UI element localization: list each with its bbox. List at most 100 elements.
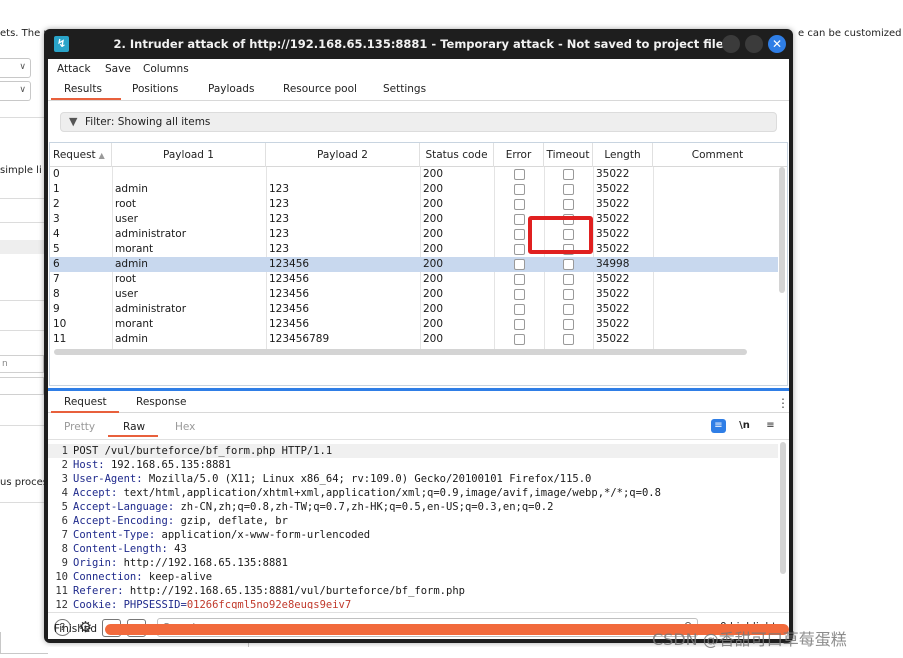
timeout-checkbox xyxy=(563,274,574,285)
cell-request: 10 xyxy=(53,318,67,330)
background-dropdown[interactable]: ∨ xyxy=(0,81,31,101)
timeout-checkbox xyxy=(563,289,574,300)
error-checkbox xyxy=(514,199,525,210)
header-name: Accept xyxy=(73,487,111,499)
tab-request[interactable]: Request xyxy=(64,396,107,408)
header-value: http://192.168.65.135:8881 xyxy=(117,557,288,569)
tab-resource-pool[interactable]: Resource pool xyxy=(283,83,357,95)
table-row[interactable]: 5 morant 123 200 35022 xyxy=(50,242,778,257)
column-header-error[interactable]: Error xyxy=(494,143,544,167)
table-row[interactable]: 11 admin 123456789 200 35022 xyxy=(50,332,778,347)
editor-vertical-scrollbar[interactable] xyxy=(780,442,786,574)
error-checkbox xyxy=(514,304,525,315)
background-input[interactable] xyxy=(0,377,44,395)
hamburger-menu-icon[interactable]: ≡ xyxy=(763,419,778,433)
view-tabs: Pretty Raw Hex ≡ \n ≡ xyxy=(48,417,789,437)
menu-attack[interactable]: Attack xyxy=(57,63,91,75)
table-row[interactable]: 4 administrator 123 200 35022 xyxy=(50,227,778,242)
table-row[interactable]: 7 root 123456 200 35022 xyxy=(50,272,778,287)
cell-payload2: 123 xyxy=(269,213,290,225)
word-wrap-icon[interactable]: ≡ xyxy=(711,419,726,433)
cell-length: 35022 xyxy=(596,168,630,180)
maximize-button[interactable] xyxy=(745,35,763,53)
column-header-status-code[interactable]: Status code xyxy=(420,143,494,167)
table-row[interactable]: 9 administrator 123456 200 35022 xyxy=(50,302,778,317)
header-value: Mozilla/5.0 (X11; Linux x86_64; rv:109.0… xyxy=(142,473,592,485)
header-value: 192.168.65.135:8881 xyxy=(104,459,232,471)
line-number: 4 xyxy=(61,487,68,499)
code-text: User-Agent: Mozilla/5.0 (X11; Linux x86_… xyxy=(73,472,591,486)
tab-positions[interactable]: Positions xyxy=(132,83,178,95)
table-row[interactable]: 3 user 123 200 35022 xyxy=(50,212,778,227)
code-line: 8 Content-Length: 43 xyxy=(48,542,778,556)
cell-payload1: morant xyxy=(115,243,154,255)
tab-settings[interactable]: Settings xyxy=(383,83,426,95)
window-content: Attack Save Columns Results Positions Pa… xyxy=(48,59,789,658)
header-name: Accept-Language xyxy=(73,501,168,513)
cell-payload1: morant xyxy=(115,318,154,330)
header-value: PHPSESSID= xyxy=(117,599,187,609)
request-editor[interactable]: 1 POST /vul/burteforce/bf_form.php HTTP/1… xyxy=(48,439,789,609)
cell-payload1: admin xyxy=(115,333,148,345)
background-dropdown[interactable]: ∨ xyxy=(0,58,31,78)
more-options-icon[interactable]: ⋮ xyxy=(777,396,789,410)
column-header-payload-2[interactable]: Payload 2 xyxy=(266,143,420,167)
tab-payloads[interactable]: Payloads xyxy=(208,83,254,95)
show-newlines-icon[interactable]: \n xyxy=(737,419,752,433)
header-value: gzip, deflate, br xyxy=(174,515,288,527)
cell-status: 200 xyxy=(423,198,444,210)
table-row[interactable]: 6 admin 123456 200 34998 xyxy=(50,257,778,272)
error-checkbox xyxy=(514,274,525,285)
table-row[interactable]: 10 morant 123456 200 35022 xyxy=(50,317,778,332)
timeout-checkbox xyxy=(563,334,574,345)
filter-bar[interactable]: ▼ Filter: Showing all items xyxy=(60,112,777,132)
line-number: 7 xyxy=(61,529,68,541)
menu-columns[interactable]: Columns xyxy=(143,63,189,75)
column-header-timeout[interactable]: Timeout xyxy=(544,143,593,167)
column-header-length[interactable]: Length xyxy=(593,143,653,167)
tab-hex[interactable]: Hex xyxy=(175,421,195,433)
column-header-request[interactable]: Request ▲ xyxy=(50,143,112,167)
cell-payload2: 123 xyxy=(269,183,290,195)
window-title: 2. Intruder attack of http://192.168.65.… xyxy=(113,37,724,51)
cell-payload1: root xyxy=(115,198,137,210)
table-row[interactable]: 0 200 35022 xyxy=(50,167,778,182)
table-horizontal-scrollbar[interactable] xyxy=(54,349,747,355)
code-text: Cookie: PHPSESSID=01266fcqml5no92e8euqs9… xyxy=(73,598,351,609)
divider xyxy=(0,222,44,223)
header-value: text/html,application/xhtml+xml,applicat… xyxy=(117,487,661,499)
error-checkbox xyxy=(514,289,525,300)
tab-results[interactable]: Results xyxy=(64,83,102,95)
cell-length: 35022 xyxy=(596,273,630,285)
request-response-tabs: Request Response ⋮ xyxy=(48,393,789,413)
cell-length: 34998 xyxy=(596,258,630,270)
pane-splitter[interactable] xyxy=(48,388,789,391)
code-line: 1 POST /vul/burteforce/bf_form.php HTTP/1… xyxy=(48,444,778,458)
timeout-checkbox xyxy=(563,184,574,195)
cell-length: 35022 xyxy=(596,198,630,210)
table-row[interactable]: 1 admin 123 200 35022 xyxy=(50,182,778,197)
table-vertical-scrollbar[interactable] xyxy=(779,167,785,293)
cell-payload1: root xyxy=(115,273,137,285)
table-row[interactable]: 8 user 123456 200 35022 xyxy=(50,287,778,302)
code-text: Accept-Language: zh-CN,zh;q=0.8,zh-TW;q=… xyxy=(73,500,553,514)
tab-pretty[interactable]: Pretty xyxy=(64,421,95,433)
background-input[interactable]: n xyxy=(0,355,44,373)
close-button[interactable]: ✕ xyxy=(768,35,786,53)
background-text: ets. The n xyxy=(0,28,50,39)
tab-response[interactable]: Response xyxy=(136,396,186,408)
cookie-value: 01266fcqml5no92e8euqs9eiv7 xyxy=(186,599,352,609)
header-name: Content-Length xyxy=(73,543,162,555)
header-value: http://192.168.65.135:8881/vul/burteforc… xyxy=(123,585,465,597)
menu-save[interactable]: Save xyxy=(105,63,131,75)
column-header-payload-1[interactable]: Payload 1 xyxy=(112,143,266,167)
active-tab-indicator xyxy=(51,98,121,100)
table-row[interactable]: 2 root 123 200 35022 xyxy=(50,197,778,212)
cell-payload2: 123456789 xyxy=(269,333,330,345)
tab-raw[interactable]: Raw xyxy=(123,421,145,433)
column-header-comment[interactable]: Comment xyxy=(653,143,782,167)
minimize-button[interactable] xyxy=(722,35,740,53)
code-line: 5 Accept-Language: zh-CN,zh;q=0.8,zh-TW;q… xyxy=(48,500,778,514)
line-number: 3 xyxy=(61,473,68,485)
title-bar[interactable]: ↯ 2. Intruder attack of http://192.168.6… xyxy=(44,29,793,59)
